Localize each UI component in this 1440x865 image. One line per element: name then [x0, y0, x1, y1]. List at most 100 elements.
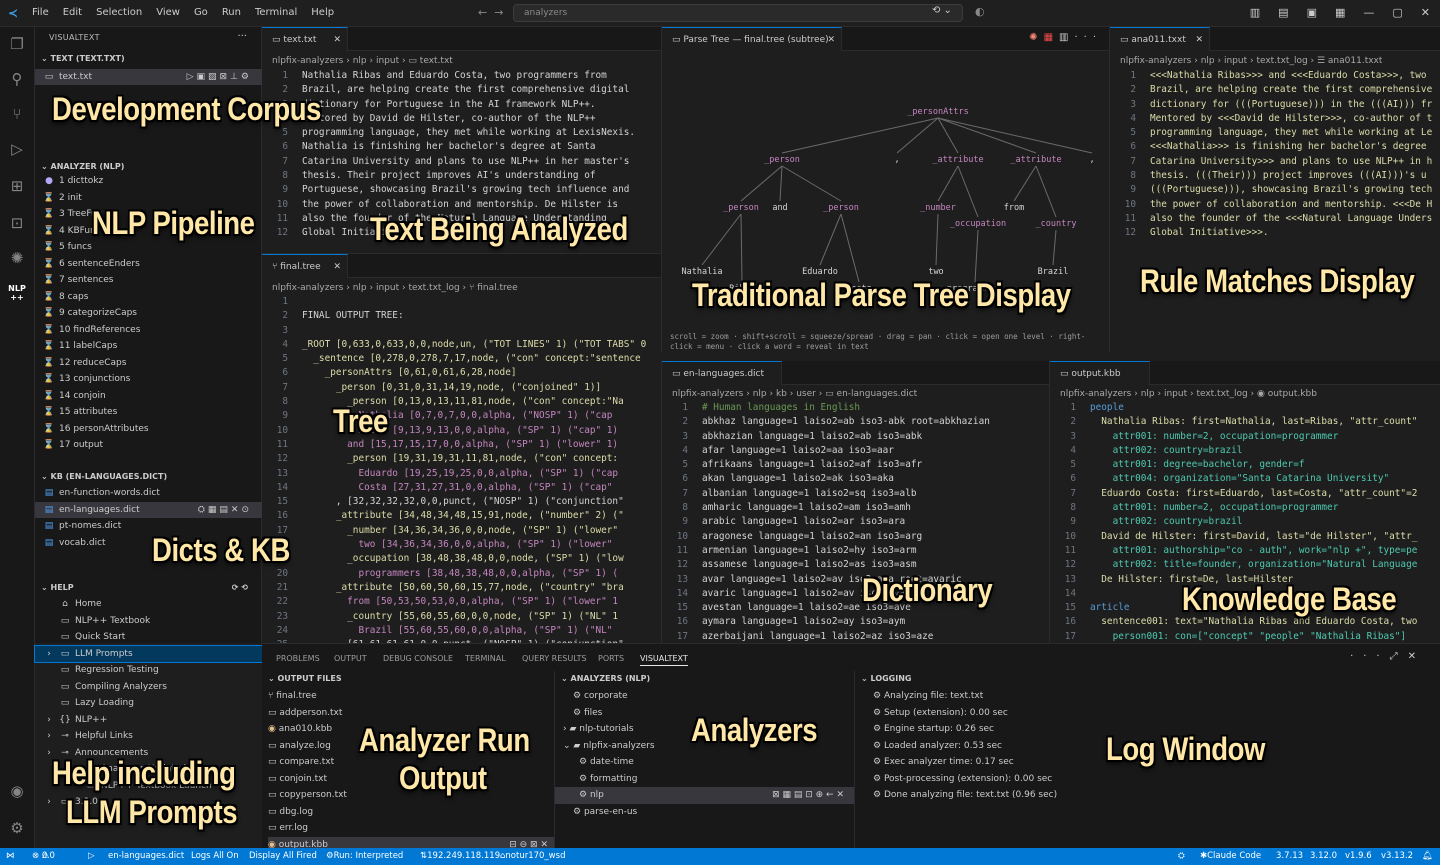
text-file-row[interactable]: ▭ text.txt ▷▣▨⊠⊥⚙ — [35, 69, 262, 85]
analyzer-item[interactable]: ⚙ formatting — [555, 771, 854, 788]
tree-node[interactable]: Ribas — [729, 284, 755, 294]
pass-item[interactable]: ⌛ 11 labelCaps — [35, 338, 262, 354]
extensions-icon[interactable]: ⊞ — [7, 177, 27, 197]
sidebar-toggle-icon[interactable]: ▣ — [1307, 6, 1317, 19]
pass-item[interactable]: ⌛ 17 output — [35, 437, 262, 453]
status-version-2[interactable]: 3.12.0 — [1310, 848, 1337, 865]
status-version-4[interactable]: v3.13.2 — [1381, 848, 1413, 865]
tree-node[interactable]: _person — [723, 203, 759, 213]
pass-item[interactable]: ⌛ 16 personAttributes — [35, 421, 262, 437]
explorer-icon[interactable]: ❐ — [7, 35, 27, 55]
help-item[interactable]: ▭ Compiling Analyzers — [35, 679, 262, 695]
copilot-icon[interactable]: ⟲ ⌄ — [932, 5, 952, 16]
status-display[interactable]: Display All Fired — [249, 848, 317, 865]
menu-file[interactable]: File — [32, 7, 49, 18]
analyzer-actions-icons[interactable]: ⊠ ▦ ▤ ⊡ ⊕ ← ✕ — [772, 787, 844, 804]
analyzer-item[interactable]: ⚙ date-time — [555, 754, 854, 771]
close-tab-icon[interactable]: ✕ — [1195, 28, 1203, 52]
breadcrumb[interactable]: nlpfix-analyzers › nlp › input › text.tx… — [1120, 52, 1382, 70]
analyzer-item[interactable]: ⚙ files — [555, 705, 854, 722]
help-item[interactable]: › ▭ 3.9.0 — [35, 794, 262, 810]
manage-gear-icon[interactable]: ⚙ — [7, 819, 27, 839]
menu-edit[interactable]: Edit — [63, 7, 82, 18]
status-dict[interactable]: en-languages.dict — [108, 848, 184, 865]
editor-actions-icons[interactable]: ✺▦▥··· — [1029, 32, 1102, 43]
status-version-3[interactable]: v1.9.6 — [1345, 848, 1372, 865]
help-item[interactable]: › ⊸ Helpful Links — [35, 728, 262, 744]
tree-node[interactable]: , — [894, 155, 899, 165]
close-tab-icon[interactable]: ✕ — [333, 255, 341, 279]
help-item[interactable]: › {} NLP++ — [35, 712, 262, 728]
remote-indicator-icon[interactable]: ⋈ — [6, 848, 15, 865]
help-section-header[interactable]: ⌄ HELP ⟳ ⟲ — [35, 580, 262, 596]
testing-icon[interactable]: ✺ — [7, 249, 27, 269]
search-icon[interactable]: ⚲ — [7, 70, 27, 90]
pass-item[interactable]: ⌛ 10 findReferences — [35, 322, 262, 338]
output-file-item[interactable]: ▭ addperson.txt — [268, 705, 554, 722]
kb-file-item[interactable]: ▤ vocab.dict — [35, 535, 262, 551]
help-item[interactable]: ⌂ Home — [35, 596, 262, 612]
run-icon[interactable]: ▷ — [88, 848, 95, 865]
panel-tab-ports[interactable]: PORTS — [598, 654, 624, 663]
pass-item[interactable]: ⌛ 3 TreeFun — [35, 206, 262, 222]
tree-node[interactable]: _occupation — [950, 219, 1006, 229]
analyzer-item[interactable]: › ▰ nlp-tutorials — [555, 721, 854, 738]
pass-item[interactable]: ⌛ 2 init — [35, 190, 262, 206]
pass-item[interactable]: ⌛ 7 sentences — [35, 272, 262, 288]
status-ip[interactable]: ⇅ 192.249.118.119 — [420, 848, 500, 865]
pass-item[interactable]: ⌛ 9 categorizeCaps — [35, 305, 262, 321]
pass-item[interactable]: ⌛ 13 conjunctions — [35, 371, 262, 387]
output-files-header[interactable]: ⌄ OUTPUT FILES — [262, 671, 489, 687]
analyzer-item[interactable]: ⌄ ▰ nlpfix-analyzers — [555, 738, 854, 755]
help-item[interactable]: › ▭ LLM Prompts — [34, 644, 263, 663]
output-file-item[interactable]: ◉ ana010.kbb — [268, 721, 554, 738]
pass-item[interactable]: ⌛ 8 caps — [35, 289, 262, 305]
tree-node[interactable]: _attribute — [932, 155, 983, 165]
accounts-icon[interactable]: ◉ — [7, 782, 27, 802]
code-rule-matches[interactable]: 1 <<<Nathalia Ribas>>> and <<<Eduardo Cos… — [1110, 69, 1440, 249]
kb-file-item[interactable]: ▤ pt-nomes.dict — [35, 518, 262, 534]
nlp-plus-plus-icon[interactable]: NLP ++ — [7, 284, 27, 304]
layout-icon[interactable]: ▥ — [1250, 6, 1260, 19]
tree-node[interactable]: Nathalia — [682, 267, 723, 277]
tree-node[interactable]: _attribute — [1010, 155, 1061, 165]
panel-tab-debug-console[interactable]: DEBUG CONSOLE — [383, 654, 453, 663]
output-file-item[interactable]: ▭ conjoin.txt — [268, 771, 554, 788]
secondary-sidebar-icon[interactable]: ▦ — [1335, 6, 1345, 19]
tree-node[interactable]: from — [1004, 203, 1024, 213]
analyzer-item[interactable]: ⚙ corporate — [555, 688, 854, 705]
code-knowledge-base[interactable]: 1 people 2 Nathalia Ribas: first=Nathalia,… — [1050, 401, 1440, 643]
run-debug-icon[interactable]: ▷ — [7, 140, 27, 160]
pass-item[interactable]: ⌛ 12 reduceCaps — [35, 355, 262, 371]
help-item[interactable]: ▭ Quick Start — [35, 629, 262, 645]
account-circle-icon[interactable]: ◐ — [975, 5, 985, 18]
menu-terminal[interactable]: Terminal — [255, 7, 297, 18]
kb-file-item[interactable]: ▤ en-function-words.dict — [35, 485, 262, 501]
kb-section-header[interactable]: ⌄ KB (EN-LANGUAGES.DICT) — [35, 469, 262, 485]
panel-tab-problems[interactable]: PROBLEMS — [276, 654, 320, 663]
remote-explorer-icon[interactable]: ⊡ — [7, 214, 27, 234]
menu-run[interactable]: Run — [222, 7, 241, 18]
pass-item[interactable]: ⌛ 15 attributes — [35, 404, 262, 420]
close-tab-icon[interactable]: ✕ — [827, 28, 835, 52]
help-item[interactable]: › ⊸ Announcements — [35, 745, 262, 761]
tree-node[interactable]: Eduardo — [802, 267, 838, 277]
panel-tab-terminal[interactable]: TERMINAL — [465, 654, 506, 663]
close-window-icon[interactable]: ✕ — [1421, 6, 1430, 19]
tree-node[interactable]: _number — [920, 203, 956, 213]
output-file-item[interactable]: ⑂ final.tree — [268, 688, 554, 705]
code-dictionary[interactable]: 1 # Human languages in English 2 abkhaz lan… — [662, 401, 1049, 643]
tab-parse-tree[interactable]: ▭ Parse Tree — final.tree (subtree) ✕ — [662, 27, 842, 51]
pass-item[interactable]: ⌛ 4 KBFun — [35, 223, 262, 239]
output-file-item[interactable]: ▭ analyze.log — [268, 738, 554, 755]
output-file-item[interactable]: ▭ dbg.log — [268, 804, 554, 821]
tree-node[interactable]: Costa — [846, 284, 872, 294]
minimize-icon[interactable]: — — [1363, 6, 1374, 19]
command-center-search[interactable]: analyzers — [513, 4, 963, 22]
pass-item[interactable]: ⌛ 14 conjoin — [35, 388, 262, 404]
help-item[interactable]: ▭ Analyzers Updated — [35, 761, 262, 777]
tab-output-kbb[interactable]: ▭ output.kbb — [1050, 361, 1150, 385]
panel-tab-visualtext[interactable]: VISUALTEXT — [640, 654, 688, 666]
tab-en-languages-dict[interactable]: ▭ en-languages.dict — [662, 361, 782, 385]
status-ssh[interactable]: ⌂ notur170_wsd — [500, 848, 565, 865]
